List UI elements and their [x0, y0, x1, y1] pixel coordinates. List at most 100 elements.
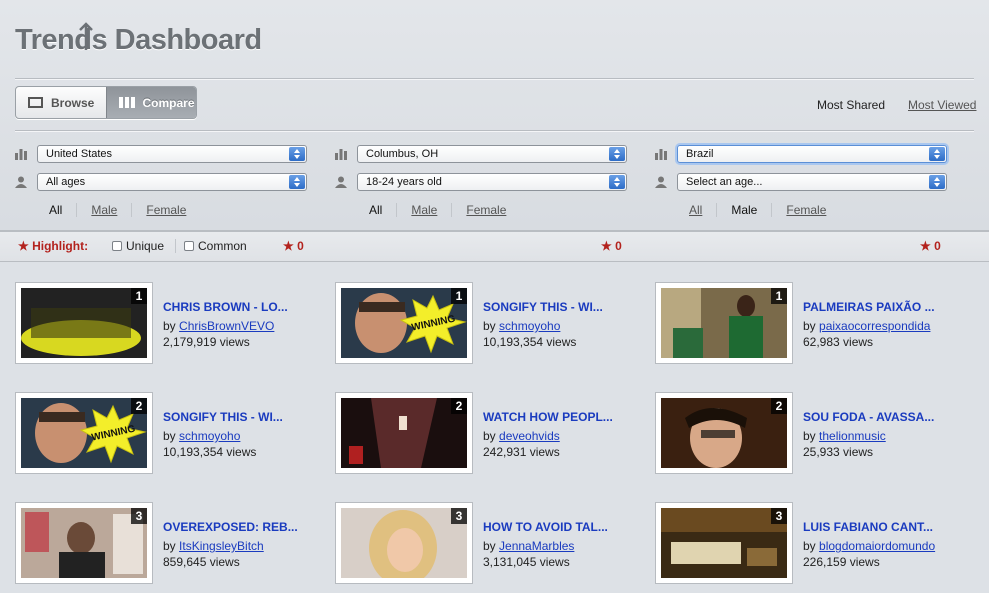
channel-link[interactable]: deveohvids	[499, 429, 560, 443]
gender-filter: All Male Female	[675, 203, 840, 217]
gender-female[interactable]: Female	[451, 203, 520, 217]
thumbnail-image	[21, 288, 147, 358]
rank-badge: 2	[131, 398, 147, 414]
view-count: 242,931 views	[483, 445, 560, 459]
view-toggle: Browse Compare	[15, 86, 197, 119]
location-icon	[655, 149, 667, 160]
thumbnail-image: WINNING	[21, 398, 147, 468]
highlight-count-1: ★ 0	[283, 239, 304, 253]
video-thumbnail[interactable]: 2	[335, 392, 473, 474]
view-count: 859,645 views	[163, 555, 240, 569]
location-select[interactable]: United States	[37, 145, 307, 163]
select-arrows-icon	[609, 175, 625, 189]
filter-column-3: Brazil Select an age... All Male Female	[655, 144, 955, 224]
video-title[interactable]: PALMEIRAS PAIXÃO ...	[803, 300, 935, 314]
video-title[interactable]: CHRIS BROWN - LO...	[163, 300, 288, 314]
video-thumbnail[interactable]: 1	[15, 282, 153, 364]
view-count: 2,179,919 views	[163, 335, 250, 349]
highlight-label: ★ Highlight:	[18, 239, 89, 253]
video-byline: by schmoyoho	[163, 429, 241, 443]
video-card: 2 WATCH HOW PEOPL... by deveohvids 242,9…	[335, 392, 635, 474]
compare-icon	[118, 97, 135, 108]
filter-column-1: United States All ages All Male Female	[15, 144, 315, 224]
video-thumbnail[interactable]: WINNING 1	[335, 282, 473, 364]
sort-most-viewed[interactable]: Most Viewed	[908, 98, 976, 112]
video-title[interactable]: SONGIFY THIS - WI...	[483, 300, 603, 314]
video-title[interactable]: LUIS FABIANO CANT...	[803, 520, 933, 534]
trend-arrow-icon	[79, 22, 93, 50]
location-icon	[15, 149, 27, 160]
video-thumbnail[interactable]: WINNING 2	[15, 392, 153, 474]
gender-all[interactable]: All	[355, 203, 396, 217]
video-title[interactable]: HOW TO AVOID TAL...	[483, 520, 608, 534]
browse-label: Browse	[51, 95, 95, 110]
video-byline: by JennaMarbles	[483, 539, 575, 553]
view-count: 10,193,354 views	[483, 335, 577, 349]
browse-button[interactable]: Browse	[16, 87, 106, 118]
age-select[interactable]: Select an age...	[677, 173, 947, 191]
thumbnail-image	[341, 398, 467, 468]
video-card: 1 PALMEIRAS PAIXÃO ... by paixaocorrespo…	[655, 282, 955, 364]
video-title[interactable]: SOU FODA - AVASSA...	[803, 410, 934, 424]
channel-link[interactable]: schmoyoho	[499, 319, 560, 333]
compare-button[interactable]: Compare	[105, 87, 196, 118]
unique-checkbox[interactable]: Unique	[112, 239, 164, 253]
gender-male[interactable]: Male	[76, 203, 131, 217]
channel-link[interactable]: JennaMarbles	[499, 539, 574, 553]
location-select[interactable]: Columbus, OH	[357, 145, 627, 163]
compare-label: Compare	[142, 95, 195, 110]
person-icon	[335, 176, 347, 188]
thumbnail-image	[661, 398, 787, 468]
rank-badge: 3	[131, 508, 147, 524]
video-card: 3 LUIS FABIANO CANT... by blogdomaiordom…	[655, 502, 955, 584]
view-count: 25,933 views	[803, 445, 874, 459]
video-thumbnail[interactable]: 3	[335, 502, 473, 584]
sort-most-shared[interactable]: Most Shared	[817, 98, 885, 112]
gender-all[interactable]: All	[35, 203, 76, 217]
view-count: 226,159 views	[803, 555, 880, 569]
channel-link[interactable]: blogdomaiordomundo	[819, 539, 935, 553]
video-thumbnail[interactable]: 2	[655, 392, 793, 474]
channel-link[interactable]: thelionmusic	[819, 429, 886, 443]
video-title[interactable]: WATCH HOW PEOPL...	[483, 410, 613, 424]
gender-all[interactable]: All	[675, 203, 716, 217]
age-select[interactable]: All ages	[37, 173, 307, 191]
location-select-value: Brazil	[686, 148, 714, 160]
checkbox-icon	[112, 241, 122, 251]
rank-badge: 1	[131, 288, 147, 304]
video-card: 3 HOW TO AVOID TAL... by JennaMarbles 3,…	[335, 502, 635, 584]
video-title[interactable]: SONGIFY THIS - WI...	[163, 410, 283, 424]
highlight-count-3: ★ 0	[920, 239, 941, 253]
divider	[15, 130, 974, 131]
thumbnail-image	[21, 508, 147, 578]
channel-link[interactable]: schmoyoho	[179, 429, 240, 443]
gender-female[interactable]: Female	[131, 203, 200, 217]
rank-badge: 2	[771, 398, 787, 414]
gender-female[interactable]: Female	[771, 203, 840, 217]
channel-link[interactable]: ItsKingsleyBitch	[179, 539, 264, 553]
gender-male[interactable]: Male	[716, 203, 771, 217]
select-arrows-icon	[929, 175, 945, 189]
video-byline: by schmoyoho	[483, 319, 561, 333]
channel-link[interactable]: paixaocorrespondida	[819, 319, 930, 333]
location-select[interactable]: Brazil	[677, 145, 947, 163]
filter-column-2: Columbus, OH 18-24 years old All Male Fe…	[335, 144, 635, 224]
video-card: 2 SOU FODA - AVASSA... by thelionmusic 2…	[655, 392, 955, 474]
view-count: 10,193,354 views	[163, 445, 257, 459]
video-byline: by ItsKingsleyBitch	[163, 539, 264, 553]
video-thumbnail[interactable]: 3	[15, 502, 153, 584]
channel-link[interactable]: ChrisBrownVEVO	[179, 319, 274, 333]
gender-male[interactable]: Male	[396, 203, 451, 217]
video-thumbnail[interactable]: 3	[655, 502, 793, 584]
header: Trends Dashboard Browse Compare Most Sha…	[0, 0, 989, 230]
video-thumbnail[interactable]: 1	[655, 282, 793, 364]
video-card: 1 CHRIS BROWN - LO... by ChrisBrownVEVO …	[15, 282, 315, 364]
rank-badge: 3	[771, 508, 787, 524]
rank-badge: 2	[451, 398, 467, 414]
divider	[15, 78, 974, 79]
video-title[interactable]: OVEREXPOSED: REB...	[163, 520, 298, 534]
thumbnail-image	[341, 508, 467, 578]
location-select-value: United States	[46, 148, 113, 160]
common-checkbox[interactable]: Common	[184, 239, 247, 253]
age-select[interactable]: 18-24 years old	[357, 173, 627, 191]
